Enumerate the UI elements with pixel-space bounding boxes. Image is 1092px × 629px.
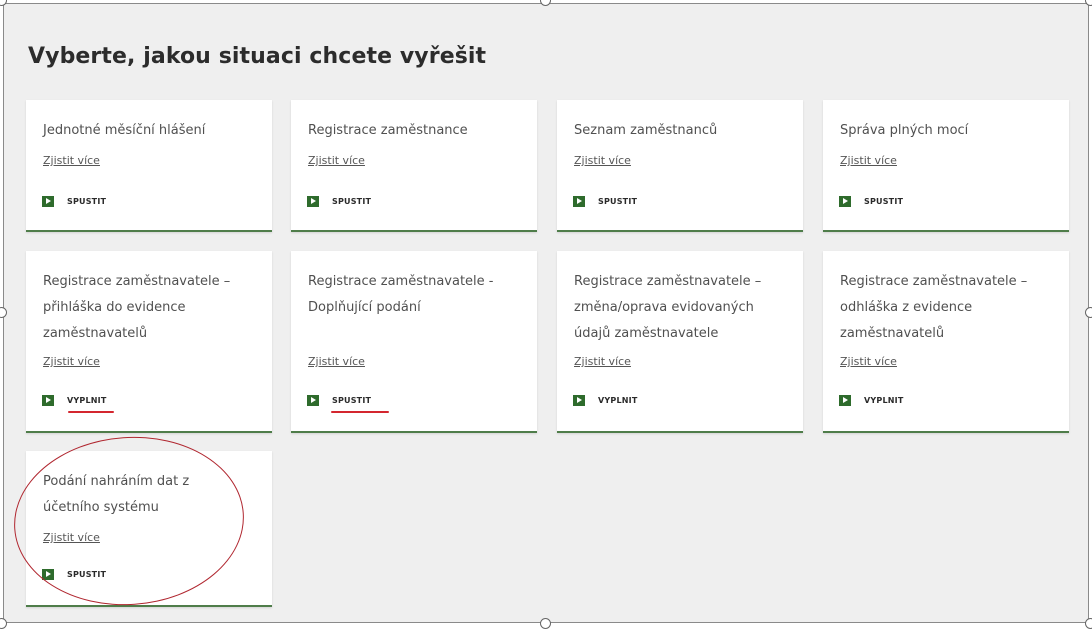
- card-title: Registrace zaměstnance: [308, 123, 468, 138]
- start-button[interactable]: SPUSTIT: [307, 196, 371, 207]
- learn-more-link[interactable]: Zjistit více: [43, 355, 100, 368]
- resize-handle[interactable]: [1085, 307, 1092, 318]
- fill-button[interactable]: VYPLNIT: [42, 395, 106, 406]
- action-label: SPUSTIT: [598, 197, 638, 206]
- learn-more-link[interactable]: Zjistit více: [574, 355, 631, 368]
- action-label: VYPLNIT: [598, 396, 638, 405]
- start-button[interactable]: SPUSTIT: [573, 196, 637, 207]
- situation-card[interactable]: Seznam zaměstnanců Zjistit více SPUSTIT: [557, 100, 803, 232]
- situation-card[interactable]: Registrace zaměstnavatele – přihláška do…: [26, 251, 272, 433]
- learn-more-link[interactable]: Zjistit více: [840, 355, 897, 368]
- situation-card[interactable]: Registrace zaměstnavatele – změna/oprava…: [557, 251, 803, 433]
- annotation-underline: [68, 411, 114, 413]
- card-title: Registrace zaměstnavatele – odhláška z e…: [840, 274, 1028, 341]
- start-button[interactable]: SPUSTIT: [839, 196, 903, 207]
- situation-card[interactable]: Registrace zaměstnavatele – odhláška z e…: [823, 251, 1069, 433]
- situation-card[interactable]: Správa plných mocí Zjistit více SPUSTIT: [823, 100, 1069, 232]
- action-label: SPUSTIT: [332, 197, 372, 206]
- situation-card[interactable]: Registrace zaměstnance Zjistit více SPUS…: [291, 100, 537, 232]
- arrow-right-icon: [839, 196, 851, 207]
- arrow-right-icon: [307, 395, 319, 406]
- fill-button[interactable]: VYPLNIT: [573, 395, 637, 406]
- card-title: Správa plných mocí: [840, 123, 969, 138]
- situation-card[interactable]: Registrace zaměstnavatele - Doplňující p…: [291, 251, 537, 433]
- page-title: Vyberte, jakou situaci chcete vyřešit: [28, 44, 487, 69]
- fill-button[interactable]: VYPLNIT: [839, 395, 903, 406]
- action-label: SPUSTIT: [332, 396, 372, 405]
- arrow-right-icon: [42, 395, 54, 406]
- card-title: Seznam zaměstnanců: [574, 123, 718, 138]
- action-label: SPUSTIT: [67, 197, 107, 206]
- action-label: VYPLNIT: [67, 396, 107, 405]
- card-title: Registrace zaměstnavatele – změna/oprava…: [574, 274, 762, 341]
- learn-more-link[interactable]: Zjistit více: [43, 154, 100, 167]
- arrow-right-icon: [839, 395, 851, 406]
- card-title: Jednotné měsíční hlášení: [43, 123, 206, 138]
- learn-more-link[interactable]: Zjistit více: [840, 154, 897, 167]
- arrow-right-icon: [307, 196, 319, 207]
- action-label: SPUSTIT: [864, 197, 904, 206]
- arrow-right-icon: [573, 395, 585, 406]
- learn-more-link[interactable]: Zjistit více: [308, 154, 365, 167]
- card-title: Registrace zaměstnavatele – přihláška do…: [43, 274, 231, 341]
- action-label: VYPLNIT: [864, 396, 904, 405]
- arrow-right-icon: [42, 196, 54, 207]
- situation-card[interactable]: Jednotné měsíční hlášení Zjistit více SP…: [26, 100, 272, 232]
- learn-more-link[interactable]: Zjistit více: [308, 355, 365, 368]
- learn-more-link[interactable]: Zjistit více: [574, 154, 631, 167]
- start-button[interactable]: SPUSTIT: [42, 196, 106, 207]
- arrow-right-icon: [573, 196, 585, 207]
- start-button[interactable]: SPUSTIT: [307, 395, 371, 406]
- card-title: Registrace zaměstnavatele - Doplňující p…: [308, 274, 494, 315]
- annotation-underline: [331, 411, 389, 413]
